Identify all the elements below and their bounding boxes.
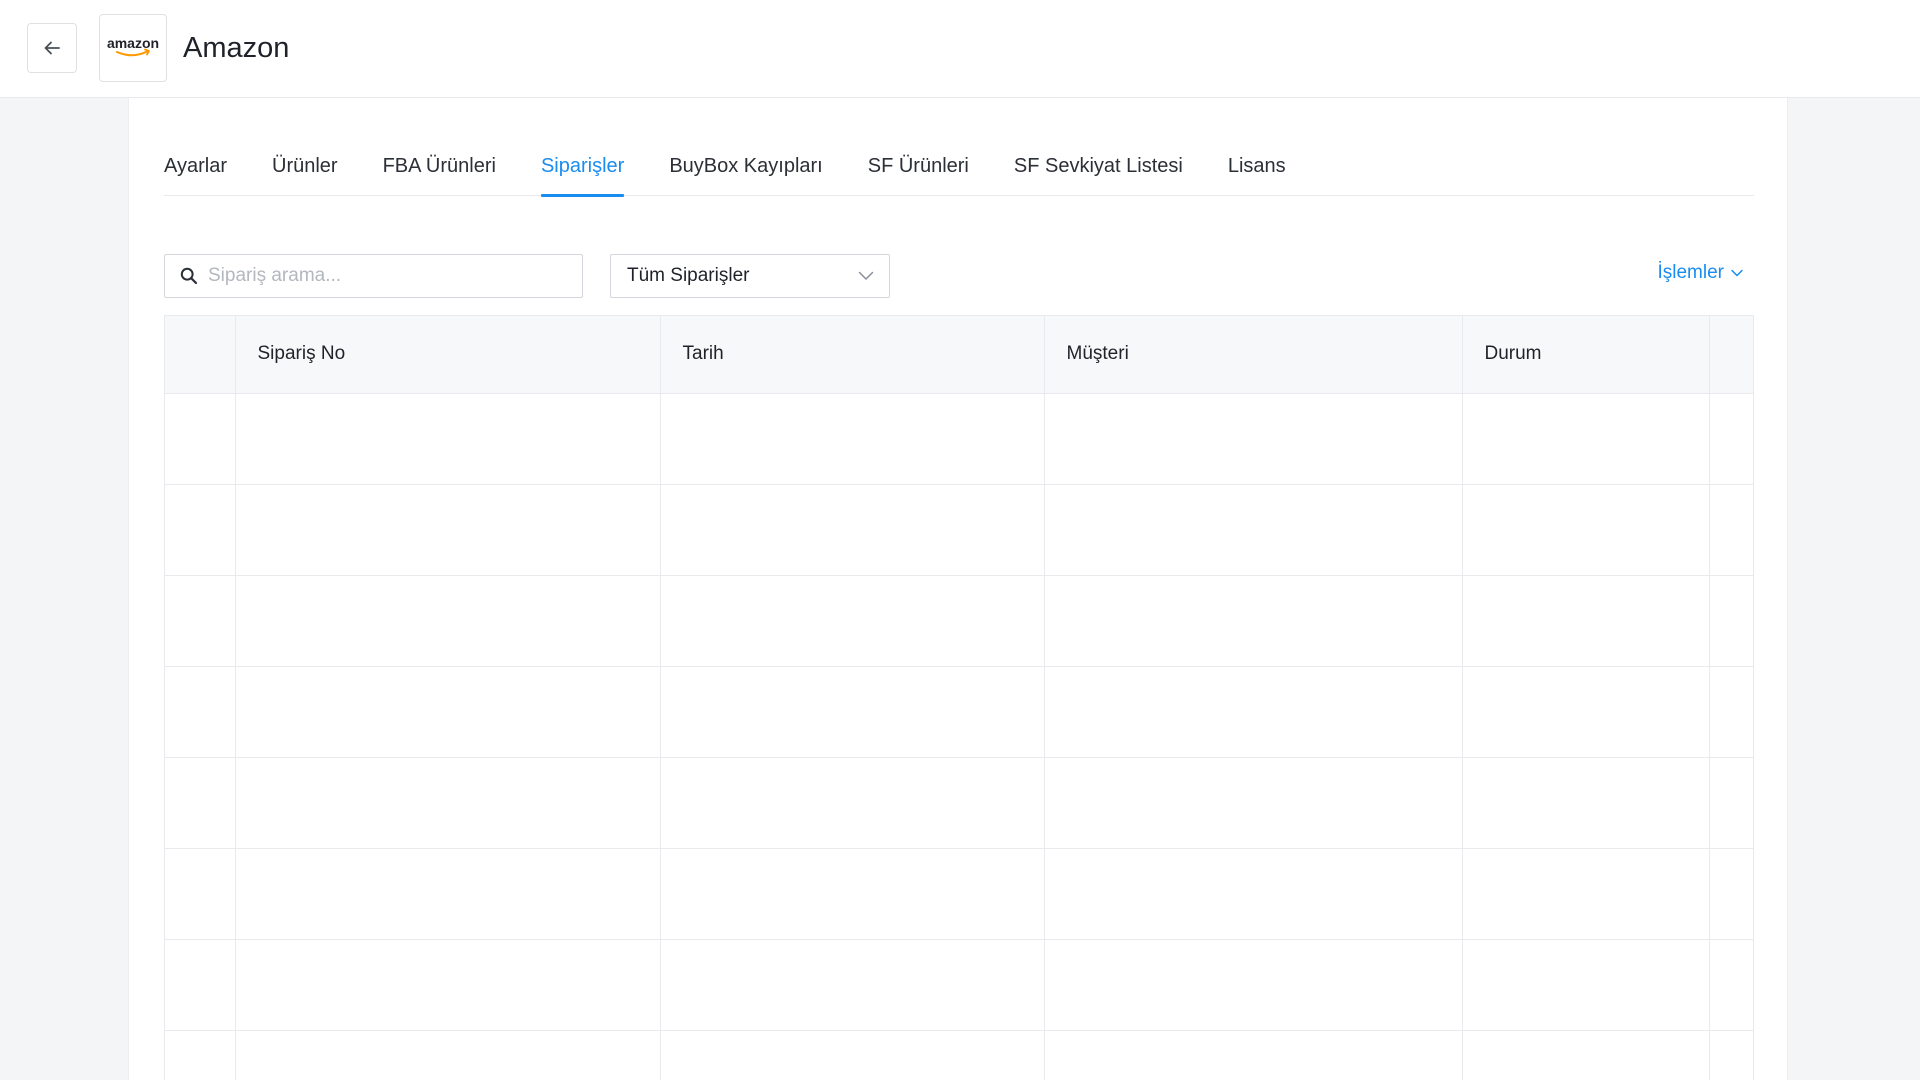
table-row — [165, 666, 1753, 758]
column-header-select — [165, 316, 236, 394]
table-cell — [1462, 575, 1710, 667]
table-cell — [1462, 848, 1710, 940]
search-box — [164, 254, 583, 298]
table-cell — [165, 1030, 236, 1080]
column-header-date[interactable]: Tarih — [660, 316, 1045, 394]
table-cell — [1709, 666, 1753, 758]
actions-label: İşlemler — [1657, 262, 1724, 283]
search-input[interactable] — [206, 264, 566, 288]
table-cell — [235, 939, 661, 1031]
table-cell — [165, 393, 236, 485]
table-cell — [1709, 848, 1753, 940]
table-cell — [660, 666, 1045, 758]
table-cell — [165, 575, 236, 667]
tab-sf-sevkiyat-listesi[interactable]: SF Sevkiyat Listesi — [1014, 151, 1183, 196]
tab-bar: Ayarlar Ürünler FBA Ürünleri Siparişler … — [164, 151, 1754, 197]
column-header-actions — [1709, 316, 1753, 394]
chevron-down-icon — [857, 267, 875, 285]
table-cell — [235, 666, 661, 758]
table-cell — [165, 484, 236, 576]
table-row — [165, 1030, 1753, 1080]
table-cell — [165, 666, 236, 758]
top-header: amazon Amazon — [0, 0, 1920, 98]
table-cell — [660, 848, 1045, 940]
tab-ayarlar[interactable]: Ayarlar — [164, 151, 227, 196]
table-row — [165, 757, 1753, 849]
order-filter-select[interactable]: Tüm Siparişler — [610, 254, 890, 298]
table-row — [165, 484, 1753, 576]
table-cell — [165, 939, 236, 1031]
table-cell — [235, 757, 661, 849]
table-cell — [1044, 848, 1463, 940]
table-cell — [1462, 393, 1710, 485]
table-cell — [660, 484, 1045, 576]
table-row — [165, 575, 1753, 667]
arrow-left-icon — [44, 41, 60, 55]
chevron-down-icon — [1730, 268, 1744, 278]
tab-fba-urunleri[interactable]: FBA Ürünleri — [383, 151, 496, 196]
tab-siparisler[interactable]: Siparişler — [540, 151, 625, 197]
table-cell — [1044, 757, 1463, 849]
table-cell — [165, 848, 236, 940]
orders-table: Sipariş No Tarih Müşteri Durum — [164, 315, 1754, 1080]
column-header-order-no[interactable]: Sipariş No — [235, 316, 661, 394]
column-header-customer[interactable]: Müşteri — [1044, 316, 1463, 394]
table-cell — [235, 484, 661, 576]
table-cell — [1462, 939, 1710, 1031]
actions-menu-button[interactable]: İşlemler — [1657, 262, 1744, 284]
table-cell — [1044, 484, 1463, 576]
tab-buybox-kayiplari[interactable]: BuyBox Kayıpları — [669, 151, 822, 196]
content-panel: Ayarlar Ürünler FBA Ürünleri Siparişler … — [128, 98, 1788, 1080]
table-header-row: Sipariş No Tarih Müşteri Durum — [165, 316, 1753, 394]
table-cell — [1462, 757, 1710, 849]
table-cell — [165, 757, 236, 849]
table-cell — [235, 575, 661, 667]
tab-sf-urunleri[interactable]: SF Ürünleri — [868, 151, 969, 196]
table-cell — [1044, 393, 1463, 485]
table-cell — [1709, 939, 1753, 1031]
table-cell — [660, 393, 1045, 485]
table-cell — [235, 393, 661, 485]
table-cell — [235, 1030, 661, 1080]
table-cell — [1462, 484, 1710, 576]
table-cell — [1709, 575, 1753, 667]
table-cell — [1709, 484, 1753, 576]
table-cell — [1709, 393, 1753, 485]
tab-lisans[interactable]: Lisans — [1228, 151, 1286, 196]
table-cell — [1044, 575, 1463, 667]
table-cell — [1709, 757, 1753, 849]
table-row — [165, 393, 1753, 485]
logo-text: amazon — [107, 35, 159, 51]
table-cell — [660, 939, 1045, 1031]
table-cell — [1462, 666, 1710, 758]
order-filter-value: Tüm Siparişler — [627, 265, 750, 286]
table-cell — [1462, 1030, 1710, 1080]
table-cell — [235, 848, 661, 940]
tab-urunler[interactable]: Ürünler — [272, 151, 338, 196]
table-row — [165, 848, 1753, 940]
table-cell — [1044, 666, 1463, 758]
table-cell — [660, 575, 1045, 667]
search-icon — [180, 267, 198, 285]
table-cell — [1044, 939, 1463, 1031]
table-body — [165, 393, 1753, 1080]
page-title: Amazon — [183, 32, 290, 64]
table-row — [165, 939, 1753, 1031]
table-cell — [1044, 1030, 1463, 1080]
table-cell — [660, 1030, 1045, 1080]
table-cell — [1709, 1030, 1753, 1080]
table-cell — [660, 757, 1045, 849]
back-button[interactable] — [27, 23, 77, 73]
amazon-logo: amazon — [99, 14, 167, 82]
column-header-status[interactable]: Durum — [1462, 316, 1710, 394]
